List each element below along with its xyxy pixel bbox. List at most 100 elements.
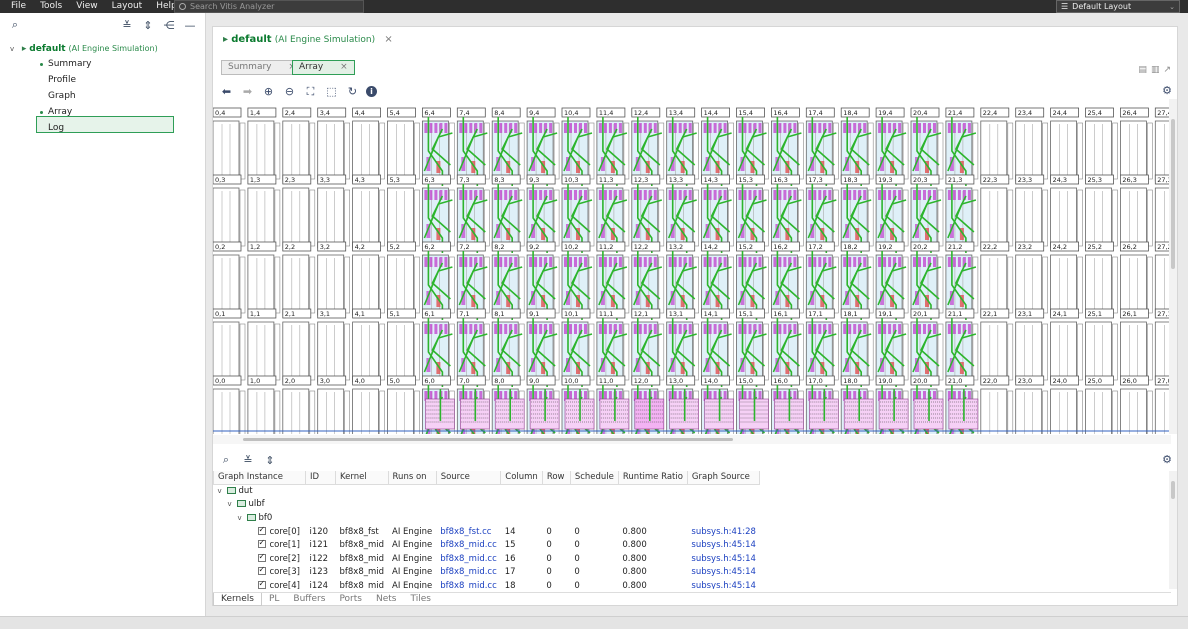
buffer-block[interactable] bbox=[584, 190, 587, 200]
buffer-block[interactable] bbox=[813, 324, 817, 334]
memory-module[interactable] bbox=[1007, 390, 1014, 434]
memory-module[interactable] bbox=[902, 256, 909, 314]
graph-source-link[interactable]: subsys.h:45:14 bbox=[687, 566, 760, 580]
forward-arrow-icon[interactable]: ➡ bbox=[240, 84, 255, 99]
buffer-block[interactable] bbox=[743, 123, 747, 133]
memory-module[interactable] bbox=[239, 323, 246, 381]
back-arrow-icon[interactable]: ⬅ bbox=[219, 84, 234, 99]
buffer-block[interactable] bbox=[653, 324, 657, 334]
horizontal-scrollbar[interactable] bbox=[213, 435, 1171, 444]
buffer-block[interactable] bbox=[848, 324, 852, 334]
memory-module[interactable] bbox=[309, 122, 316, 180]
buffer-block[interactable] bbox=[569, 324, 572, 334]
buffer-block[interactable] bbox=[898, 257, 902, 267]
aie-tile[interactable] bbox=[247, 187, 275, 249]
info-icon[interactable]: i bbox=[366, 86, 377, 97]
aie-tile[interactable] bbox=[387, 388, 414, 434]
buffer-block[interactable] bbox=[569, 190, 572, 200]
buffer-block[interactable] bbox=[913, 324, 916, 334]
tab-array[interactable]: Array × bbox=[292, 60, 355, 75]
graph-source-link[interactable]: subsys.h:45:14 bbox=[687, 538, 760, 552]
memory-module[interactable] bbox=[414, 323, 420, 381]
graph-source-link[interactable]: subsys.h:45:14 bbox=[687, 579, 760, 589]
memory-module[interactable] bbox=[937, 122, 944, 180]
buffer-block[interactable] bbox=[678, 324, 682, 334]
buffer-block[interactable] bbox=[848, 257, 852, 267]
buffer-block[interactable] bbox=[564, 190, 567, 200]
buffer-block[interactable] bbox=[539, 257, 543, 267]
column-header-runtime-ratio[interactable]: Runtime Ratio bbox=[617, 471, 688, 485]
buffer-block[interactable] bbox=[688, 324, 692, 334]
buffer-block[interactable] bbox=[743, 324, 747, 334]
aie-tile[interactable] bbox=[213, 120, 240, 182]
popout-icon[interactable]: ↗ bbox=[1163, 65, 1171, 75]
buffer-block[interactable] bbox=[703, 123, 707, 133]
buffer-block[interactable] bbox=[918, 257, 921, 267]
aie-tile[interactable] bbox=[317, 321, 345, 383]
buffer-block[interactable] bbox=[444, 324, 448, 334]
memory-module[interactable] bbox=[867, 256, 874, 314]
aie-tile[interactable] bbox=[387, 321, 414, 383]
memory-module[interactable] bbox=[728, 189, 734, 247]
buffer-block[interactable] bbox=[773, 123, 777, 133]
menu-layout[interactable]: Layout bbox=[105, 0, 150, 13]
buffer-block[interactable] bbox=[952, 324, 956, 334]
buffer-block[interactable] bbox=[743, 190, 747, 200]
aie-tile[interactable] bbox=[1085, 187, 1112, 249]
buffer-block[interactable] bbox=[569, 257, 572, 267]
tree-row-ulbf[interactable]: v ulbf bbox=[214, 498, 760, 512]
buffer-block[interactable] bbox=[813, 190, 817, 200]
buffer-block[interactable] bbox=[514, 190, 518, 200]
buffer-block[interactable] bbox=[738, 123, 742, 133]
buffer-block[interactable] bbox=[947, 324, 951, 334]
buffer-block[interactable] bbox=[539, 123, 543, 133]
aie-tile[interactable] bbox=[387, 120, 414, 182]
buffer-block[interactable] bbox=[424, 324, 428, 334]
buffer-block[interactable] bbox=[723, 123, 727, 133]
buffer-block[interactable] bbox=[549, 123, 553, 133]
buffer-block[interactable] bbox=[967, 324, 971, 334]
buffer-block[interactable] bbox=[574, 123, 577, 133]
column-header-column[interactable]: Column bbox=[500, 471, 543, 485]
memory-module[interactable] bbox=[1042, 390, 1049, 434]
memory-module[interactable] bbox=[832, 122, 839, 180]
buffer-block[interactable] bbox=[608, 123, 612, 133]
buffer-block[interactable] bbox=[853, 123, 857, 133]
buffer-block[interactable] bbox=[424, 257, 428, 267]
aie-tile[interactable] bbox=[1120, 388, 1147, 434]
chevron-down-icon[interactable]: v bbox=[10, 42, 19, 57]
menu-file[interactable]: File bbox=[0, 0, 33, 13]
column-header-schedule[interactable]: Schedule bbox=[569, 471, 619, 485]
buffer-block[interactable] bbox=[668, 257, 672, 267]
buffer-block[interactable] bbox=[574, 324, 577, 334]
aie-tile[interactable] bbox=[1015, 187, 1043, 249]
memory-module[interactable] bbox=[344, 390, 350, 434]
close-icon[interactable]: × bbox=[340, 62, 348, 72]
memory-module[interactable] bbox=[449, 122, 455, 180]
memory-module[interactable] bbox=[763, 122, 769, 180]
aie-tile[interactable] bbox=[1015, 254, 1043, 316]
source-link[interactable]: bf8x8_fst.cc bbox=[436, 525, 501, 539]
aie-tile[interactable] bbox=[213, 388, 240, 434]
memory-module[interactable] bbox=[623, 256, 630, 314]
column-header-runs-on[interactable]: Runs on bbox=[387, 471, 437, 485]
buffer-block[interactable] bbox=[424, 190, 428, 200]
buffer-block[interactable] bbox=[773, 190, 777, 200]
memory-module[interactable] bbox=[483, 323, 490, 381]
aie-tile[interactable] bbox=[352, 254, 380, 316]
buffer-block[interactable] bbox=[479, 324, 483, 334]
memory-module[interactable] bbox=[1077, 189, 1083, 247]
chevron-down-icon[interactable]: v bbox=[218, 487, 227, 495]
memory-module[interactable] bbox=[309, 256, 316, 314]
buffer-block[interactable] bbox=[743, 257, 747, 267]
buffer-block[interactable] bbox=[773, 324, 777, 334]
aie-tile[interactable] bbox=[213, 321, 240, 383]
buffer-block[interactable] bbox=[888, 123, 892, 133]
source-link[interactable]: bf8x8_mid.cc bbox=[436, 579, 501, 589]
memory-module[interactable] bbox=[1042, 256, 1049, 314]
buffer-block[interactable] bbox=[818, 123, 822, 133]
memory-module[interactable] bbox=[728, 323, 734, 381]
buffer-block[interactable] bbox=[643, 190, 647, 200]
aie-tile[interactable] bbox=[282, 187, 310, 249]
buffer-block[interactable] bbox=[898, 190, 902, 200]
